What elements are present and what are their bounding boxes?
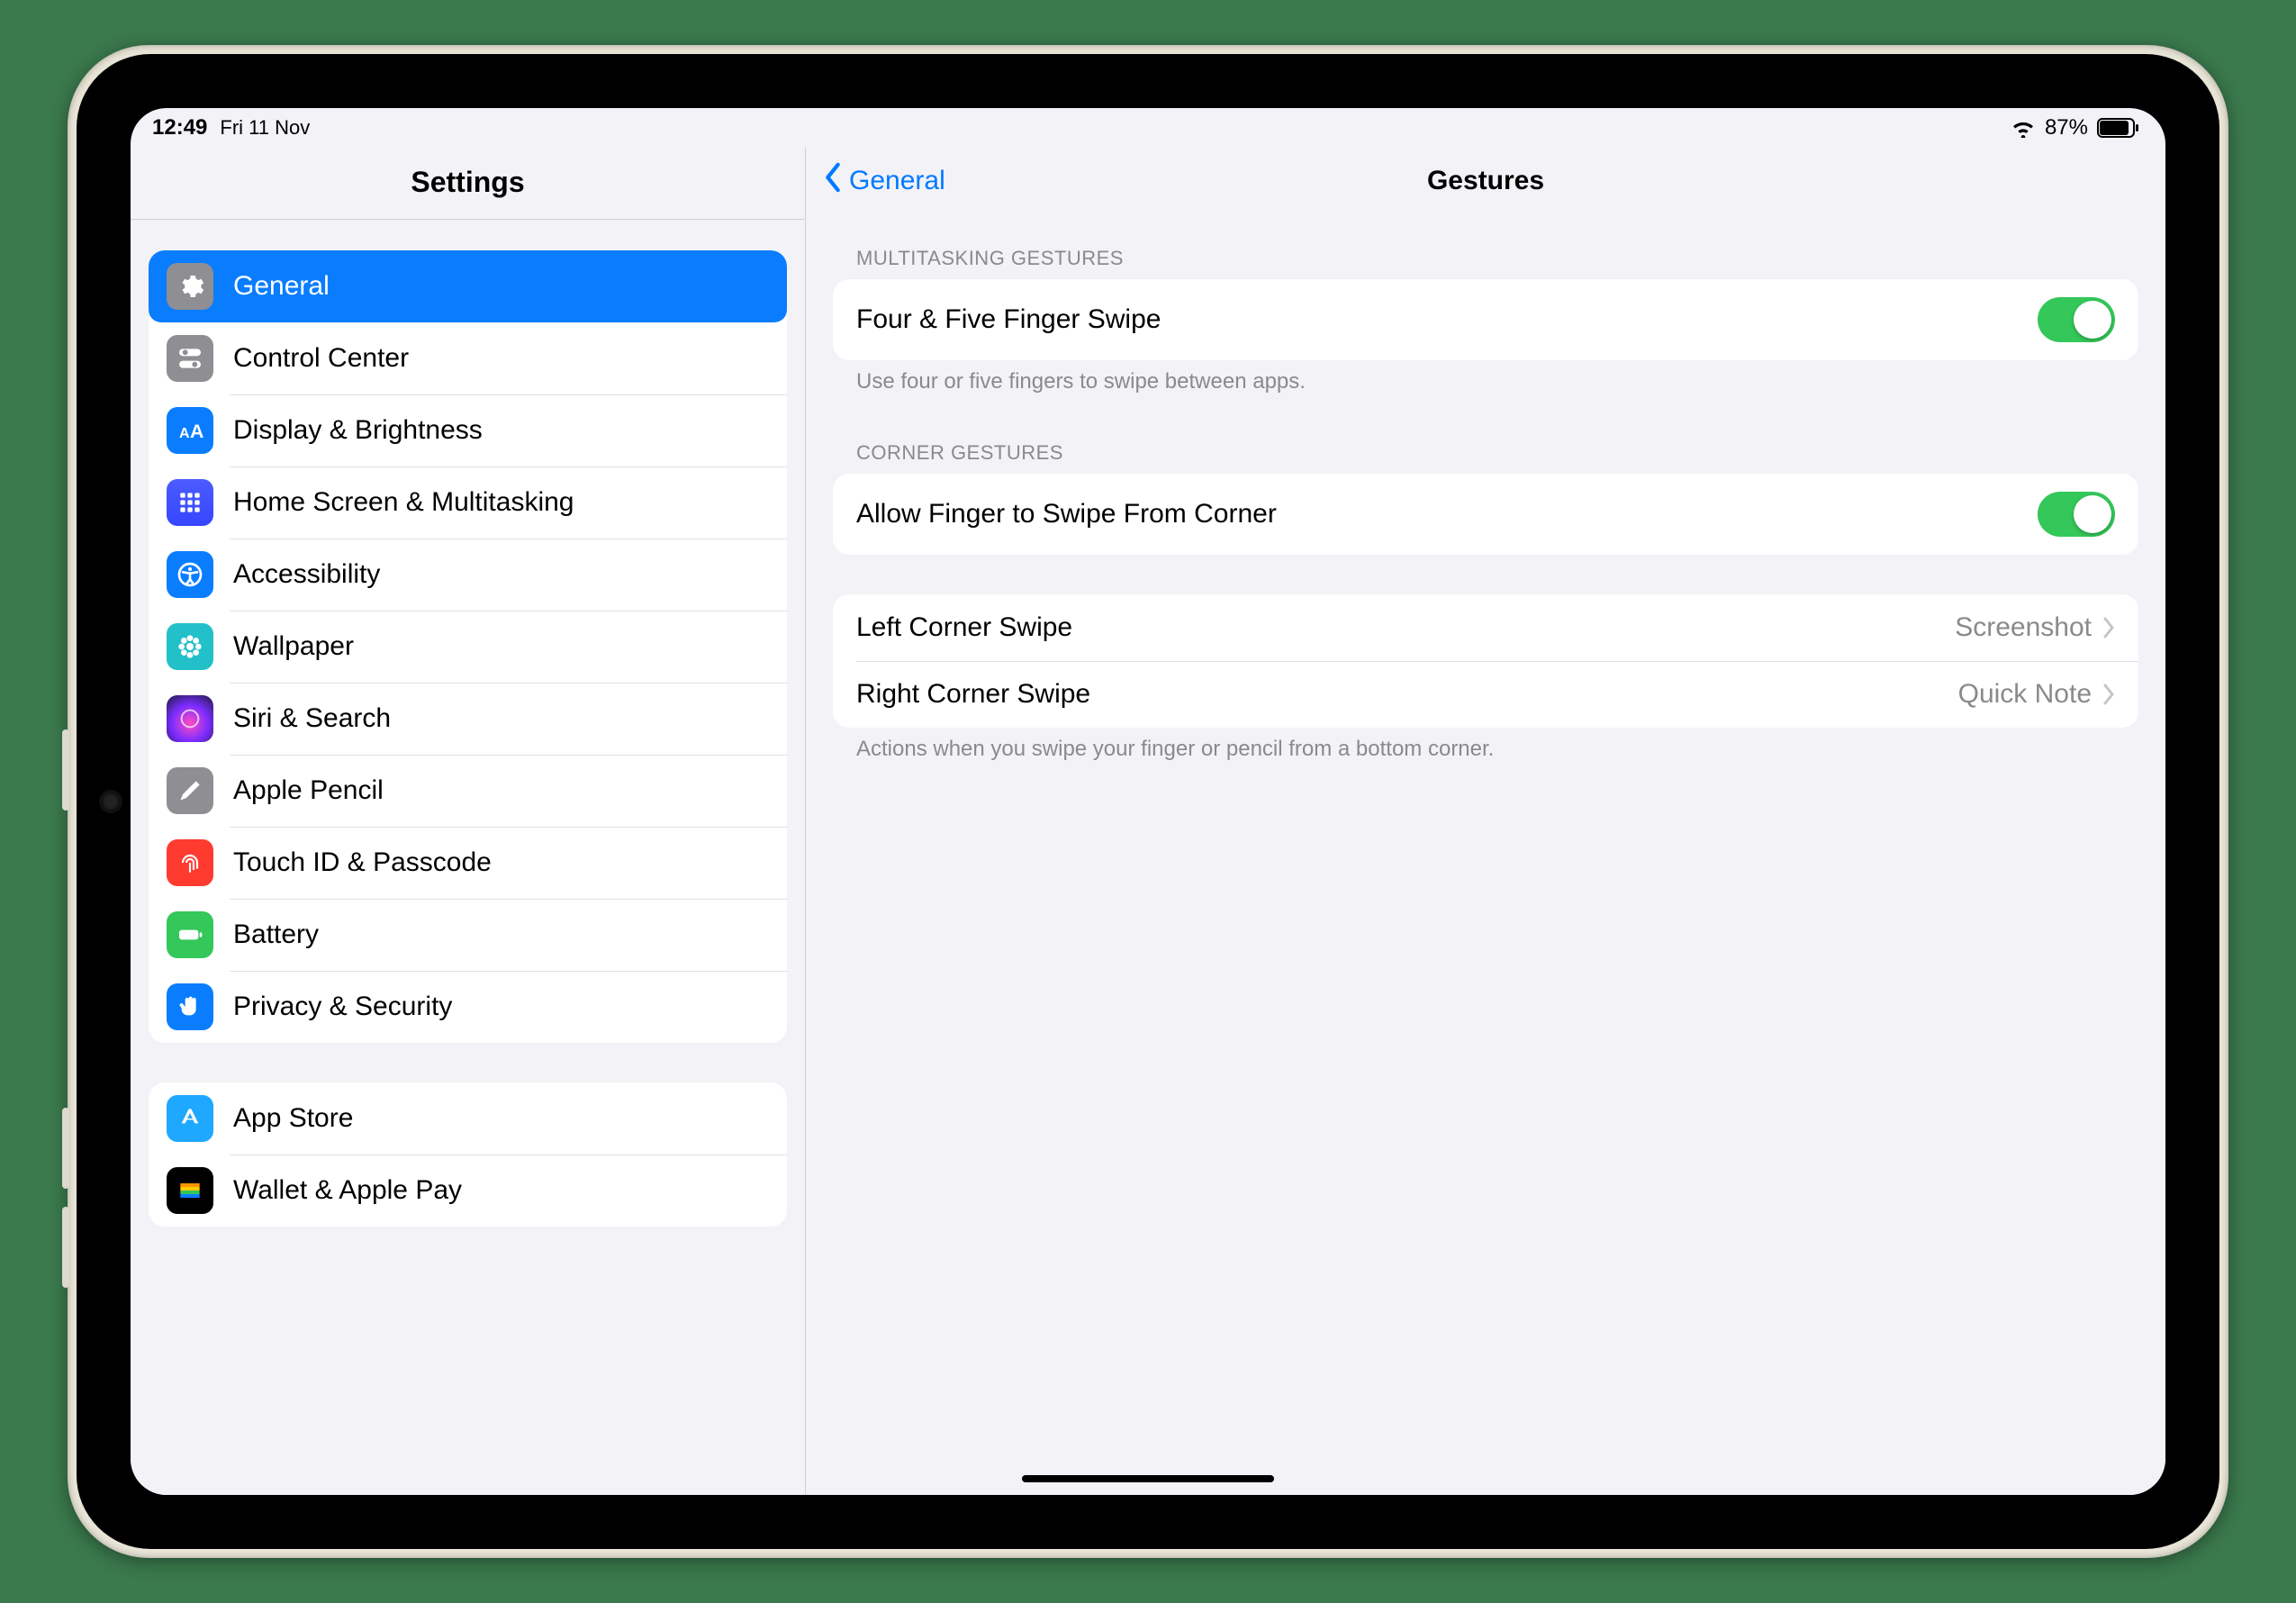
detail-pane: General Gestures MULTITASKING GESTURES F… (806, 148, 2165, 1495)
sidebar-item-label: Display & Brightness (233, 415, 483, 446)
sidebar-item-privacy[interactable]: Privacy & Security (149, 971, 787, 1043)
sidebar-item-accessibility[interactable]: Accessibility (149, 539, 787, 611)
gear-icon (167, 263, 213, 310)
wallet-icon (167, 1167, 213, 1214)
cell-group-multitasking: Four & Five Finger Swipe (833, 279, 2138, 360)
status-bar: 12:49 Fri 11 Nov 87% (131, 108, 2165, 148)
hardware-button (62, 729, 69, 811)
sidebar-item-touchid[interactable]: Touch ID & Passcode (149, 827, 787, 899)
sidebar-item-control-center[interactable]: Control Center (149, 322, 787, 394)
section-header-corner: CORNER GESTURES (833, 430, 2138, 474)
cell-value: Quick Note (1958, 679, 2092, 710)
chevron-left-icon (822, 162, 844, 200)
pencil-icon (167, 767, 213, 814)
sidebar-item-label: Home Screen & Multitasking (233, 487, 574, 518)
cell-left-corner-swipe[interactable]: Left Corner Swipe Screenshot (833, 594, 2138, 661)
battery-full-icon (167, 911, 213, 958)
status-date: Fri 11 Nov (220, 116, 310, 140)
sidebar-item-label: App Store (233, 1103, 353, 1134)
sidebar-item-apple-pencil[interactable]: Apple Pencil (149, 755, 787, 827)
cell-label: Left Corner Swipe (856, 612, 1072, 643)
battery-percent: 87% (2045, 115, 2088, 140)
sidebar-item-app-store[interactable]: App Store (149, 1082, 787, 1155)
sidebar-item-label: Privacy & Security (233, 992, 452, 1022)
sidebar-item-label: Accessibility (233, 559, 380, 590)
svg-text:A: A (179, 426, 190, 441)
cell-four-five-finger-swipe: Four & Five Finger Swipe (833, 279, 2138, 360)
cell-group-corner-actions: Left Corner Swipe Screenshot Right Corne… (833, 594, 2138, 728)
sidebar-item-siri[interactable]: Siri & Search (149, 683, 787, 755)
app-grid-icon (167, 479, 213, 526)
hardware-button (62, 1207, 69, 1288)
sidebar-group: App Store Wallet & Apple Pay (149, 1082, 787, 1227)
sidebar-group: General Control Center AA (149, 250, 787, 1043)
accessibility-icon (167, 551, 213, 598)
text-size-icon: AA (167, 407, 213, 454)
chevron-right-icon (2102, 617, 2115, 638)
screen: 12:49 Fri 11 Nov 87% Settings (131, 108, 2165, 1495)
wifi-icon (2011, 118, 2036, 138)
sidebar-item-general[interactable]: General (149, 250, 787, 322)
cell-label: Four & Five Finger Swipe (856, 304, 1161, 335)
cell-label: Right Corner Swipe (856, 679, 1090, 710)
sliders-icon (167, 335, 213, 382)
detail-title: Gestures (1427, 166, 1544, 196)
sidebar-item-label: Touch ID & Passcode (233, 847, 492, 878)
home-indicator[interactable] (1022, 1475, 1274, 1482)
sidebar-item-battery[interactable]: Battery (149, 899, 787, 971)
sidebar-item-label: Battery (233, 919, 319, 950)
svg-text:A: A (190, 421, 203, 442)
detail-body[interactable]: MULTITASKING GESTURES Four & Five Finger… (806, 214, 2165, 1495)
detail-header: General Gestures (806, 148, 2165, 214)
back-label: General (849, 166, 945, 196)
cell-value: Screenshot (1955, 612, 2092, 643)
back-button[interactable]: General (822, 162, 945, 200)
sidebar-item-label: General (233, 271, 330, 302)
ipad-device-frame: 12:49 Fri 11 Nov 87% Settings (68, 45, 2228, 1558)
hardware-button (62, 1108, 69, 1189)
sidebar-item-label: Siri & Search (233, 703, 391, 734)
sidebar-scroll[interactable]: General Control Center AA (131, 220, 805, 1495)
battery-icon (2097, 118, 2138, 138)
status-time: 12:49 (152, 115, 207, 140)
front-camera (102, 792, 120, 811)
section-footer-multitasking: Use four or five fingers to swipe betwee… (833, 360, 2138, 430)
toggle-allow-corner-swipe[interactable] (2038, 492, 2115, 537)
cell-label: Allow Finger to Swipe From Corner (856, 499, 1277, 530)
toggle-four-five-finger[interactable] (2038, 297, 2115, 342)
sidebar-item-label: Apple Pencil (233, 775, 384, 806)
section-header-multitasking: MULTITASKING GESTURES (833, 236, 2138, 279)
ipad-bezel: 12:49 Fri 11 Nov 87% Settings (77, 54, 2219, 1549)
cell-group-corner: Allow Finger to Swipe From Corner (833, 474, 2138, 555)
sidebar-item-display[interactable]: AA Display & Brightness (149, 394, 787, 466)
sidebar-title: Settings (131, 148, 805, 220)
app-store-icon (167, 1095, 213, 1142)
sidebar-item-wallpaper[interactable]: Wallpaper (149, 611, 787, 683)
sidebar-item-label: Wallet & Apple Pay (233, 1175, 462, 1206)
cell-right-corner-swipe[interactable]: Right Corner Swipe Quick Note (833, 661, 2138, 728)
cell-allow-corner-swipe: Allow Finger to Swipe From Corner (833, 474, 2138, 555)
sidebar-item-label: Wallpaper (233, 631, 354, 662)
sidebar-item-wallet[interactable]: Wallet & Apple Pay (149, 1155, 787, 1227)
chevron-right-icon (2102, 684, 2115, 705)
sidebar-item-home-multitasking[interactable]: Home Screen & Multitasking (149, 466, 787, 539)
section-footer-actions: Actions when you swipe your finger or pe… (833, 728, 2138, 798)
fingerprint-icon (167, 839, 213, 886)
settings-sidebar: Settings General (131, 148, 806, 1495)
sidebar-item-label: Control Center (233, 343, 409, 374)
siri-icon (167, 695, 213, 742)
flower-icon (167, 623, 213, 670)
hand-icon (167, 983, 213, 1030)
